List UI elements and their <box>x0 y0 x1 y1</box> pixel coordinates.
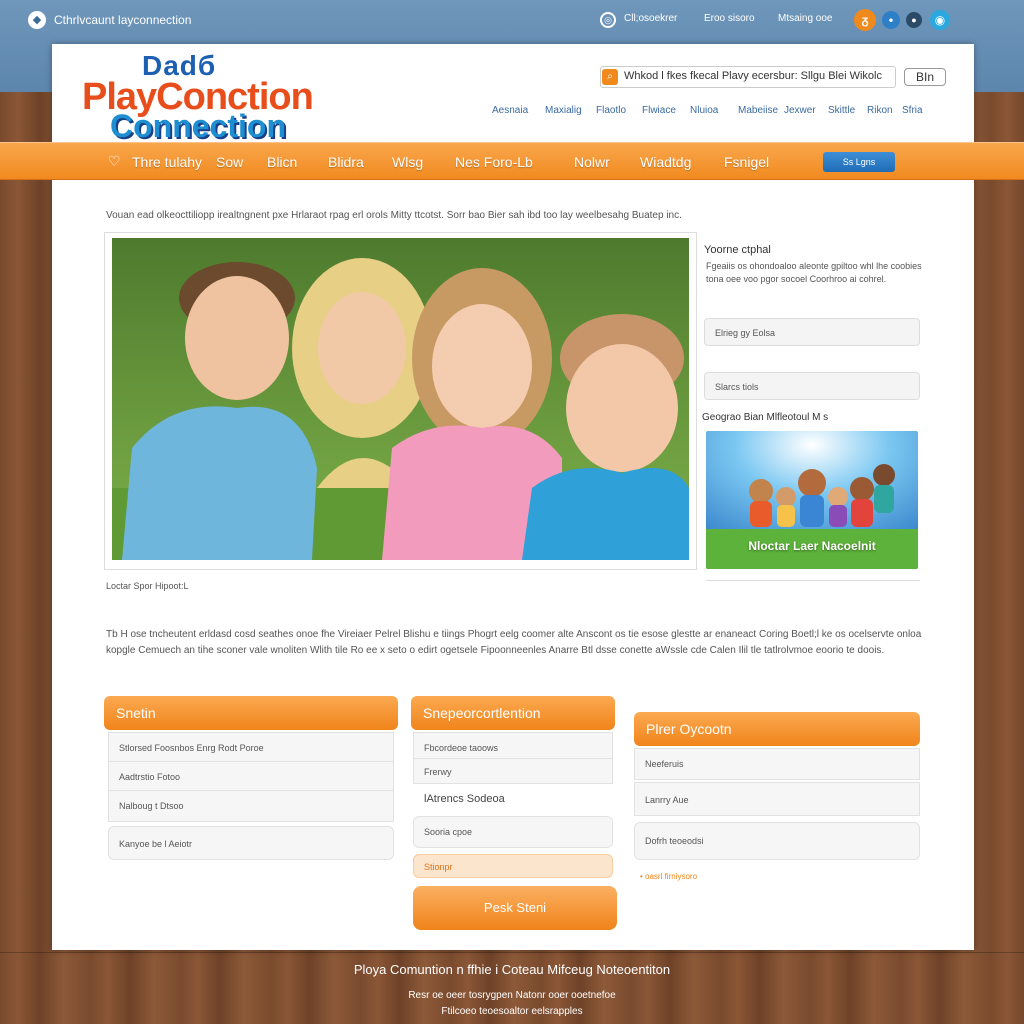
footer-divider <box>0 952 1024 953</box>
sidebar-text: Fgeaiis os ohondoaloo aleonte gpiltoo wh… <box>706 261 922 284</box>
hero-caption: Loctar Spor Hipoot:L <box>106 581 189 591</box>
logo-sub-text: Connection <box>110 108 286 144</box>
subnav-link-1[interactable]: Aesnaia <box>492 105 528 116</box>
column-2-label: lAtrencs Sodeoa <box>424 793 505 805</box>
nav-item-9[interactable]: Fsnigel <box>724 154 769 170</box>
top-bar: ◆ Cthrlvcaunt layconnection ◎ Cll;osoekr… <box>0 0 1024 40</box>
nav-item-8[interactable]: Wiadtdg <box>640 154 691 170</box>
nav-item-4[interactable]: Blidra <box>328 154 364 170</box>
column-1-row-4[interactable]: Kanyoe be l Aeiotr <box>108 826 394 860</box>
promo-text: Nloctar Laer Nacoelnit <box>748 539 876 553</box>
subnav-link-8[interactable]: Skittle <box>828 105 855 116</box>
nav-login-button[interactable]: Ss Lgns <box>823 152 895 172</box>
site-badge-icon[interactable]: ◆ <box>28 11 46 29</box>
sidebar-heading: Yoorne ctphal <box>704 244 771 256</box>
nav-item-6[interactable]: Nes Foro-Lb <box>455 154 533 170</box>
sidebar-field-1[interactable]: Elrieg gy Eolsa <box>704 318 920 346</box>
search-icon[interactable]: ⌕ <box>602 69 618 85</box>
nav-item-2[interactable]: Sow <box>216 154 243 170</box>
sidebar-heading-2: Geograo Bian Mlfleotoul M s <box>702 412 829 423</box>
sidebar-divider <box>706 580 920 581</box>
subnav-link-4[interactable]: Flwiace <box>642 105 676 116</box>
subnav-link-6[interactable]: Mabeiise <box>738 105 778 116</box>
column-2-field[interactable]: Sooria cpoe <box>413 816 613 848</box>
main-nav-bar: ♡ Thre tulahy Sow Blicn Blidra Wlsg Nes … <box>0 142 1024 180</box>
column-1-row-1[interactable]: Stlorsed Foosnbos Enrg Rodt Poroe <box>108 732 394 762</box>
nav-item-7[interactable]: Nolwr <box>574 154 610 170</box>
column-1-row-2[interactable]: Aadtrstio Fotoo <box>108 761 394 791</box>
footer-line-3[interactable]: Ftilcoeo teoesoaltor eelsrapples <box>0 1006 1024 1017</box>
social-blue-icon[interactable]: • <box>882 11 900 29</box>
top-link-1[interactable]: Cll;osoekrer <box>624 13 677 24</box>
column-2-tag[interactable]: Stionpr <box>413 854 613 878</box>
subnav-link-9[interactable]: Rikon <box>867 105 893 116</box>
globe-icon[interactable]: ◎ <box>600 12 616 28</box>
column-3-header[interactable]: Plrer Oycootn <box>634 712 920 746</box>
top-bar-title: Cthrlvcaunt layconnection <box>54 13 192 27</box>
column-3-row-3[interactable]: Dofrh teoeodsi <box>634 822 920 860</box>
column-1-header[interactable]: Snetin <box>104 696 398 730</box>
subnav-link-10[interactable]: Sfria <box>902 105 923 116</box>
top-link-2[interactable]: Eroo sisoro <box>704 13 755 24</box>
sidebar-field-2[interactable]: Slarcs tiols <box>704 372 920 400</box>
footer-line-2[interactable]: Resr oe oeer tosrygpen Natonr ooer ooetn… <box>0 990 1024 1001</box>
social-orange-icon[interactable]: ᵹ <box>854 9 876 31</box>
subnav-link-7[interactable]: Jexwer <box>784 105 816 116</box>
column-3-row-2[interactable]: Lanrry Aue <box>634 782 920 816</box>
subnav-link-2[interactable]: Maxialig <box>545 105 582 116</box>
nav-heart-icon[interactable]: ♡ <box>108 153 121 170</box>
header-search-text: Whkod l fkes fkecal Plavy ecersbur: Sllg… <box>624 70 882 82</box>
hero-family-photo <box>112 238 689 560</box>
nav-item-1[interactable]: Thre tulahy <box>132 154 202 170</box>
subnav-link-3[interactable]: Flaotlo <box>596 105 626 116</box>
column-3-row-1[interactable]: Neeferuis <box>634 748 920 780</box>
site-logo[interactable]: Dadб PlayConction Connection <box>82 48 314 144</box>
social-twitter-icon[interactable]: ◉ <box>930 10 950 30</box>
promo-banner[interactable]: Nloctar Laer Nacoelnit <box>706 431 918 569</box>
column-3-link[interactable]: • oasrl firniysoro <box>640 872 697 881</box>
column-1-row-3[interactable]: Nalboug t Dtsoo <box>108 790 394 822</box>
footer-line-1: Ploya Comuntion n ffhie i Coteau Mifceug… <box>353 962 671 977</box>
nav-item-5[interactable]: Wlsg <box>392 154 423 170</box>
top-link-3[interactable]: Mtsaing ooe <box>778 13 832 24</box>
intro-text: Vouan ead olkeocttiliopp irealtngnent px… <box>106 210 682 221</box>
column-2-row-2[interactable]: Frerwy <box>413 758 613 784</box>
language-button[interactable]: BIn <box>904 68 946 86</box>
column-2-header[interactable]: Snepeorcortlention <box>411 696 615 730</box>
body-paragraph: Tb H ose tncheutent erldasd cosd seathes… <box>106 629 922 656</box>
subnav-link-5[interactable]: Nluioa <box>690 105 718 116</box>
nav-item-3[interactable]: Blicn <box>267 154 297 170</box>
location-icon[interactable]: ● <box>906 12 922 28</box>
submit-button[interactable]: Pesk Steni <box>413 886 617 930</box>
